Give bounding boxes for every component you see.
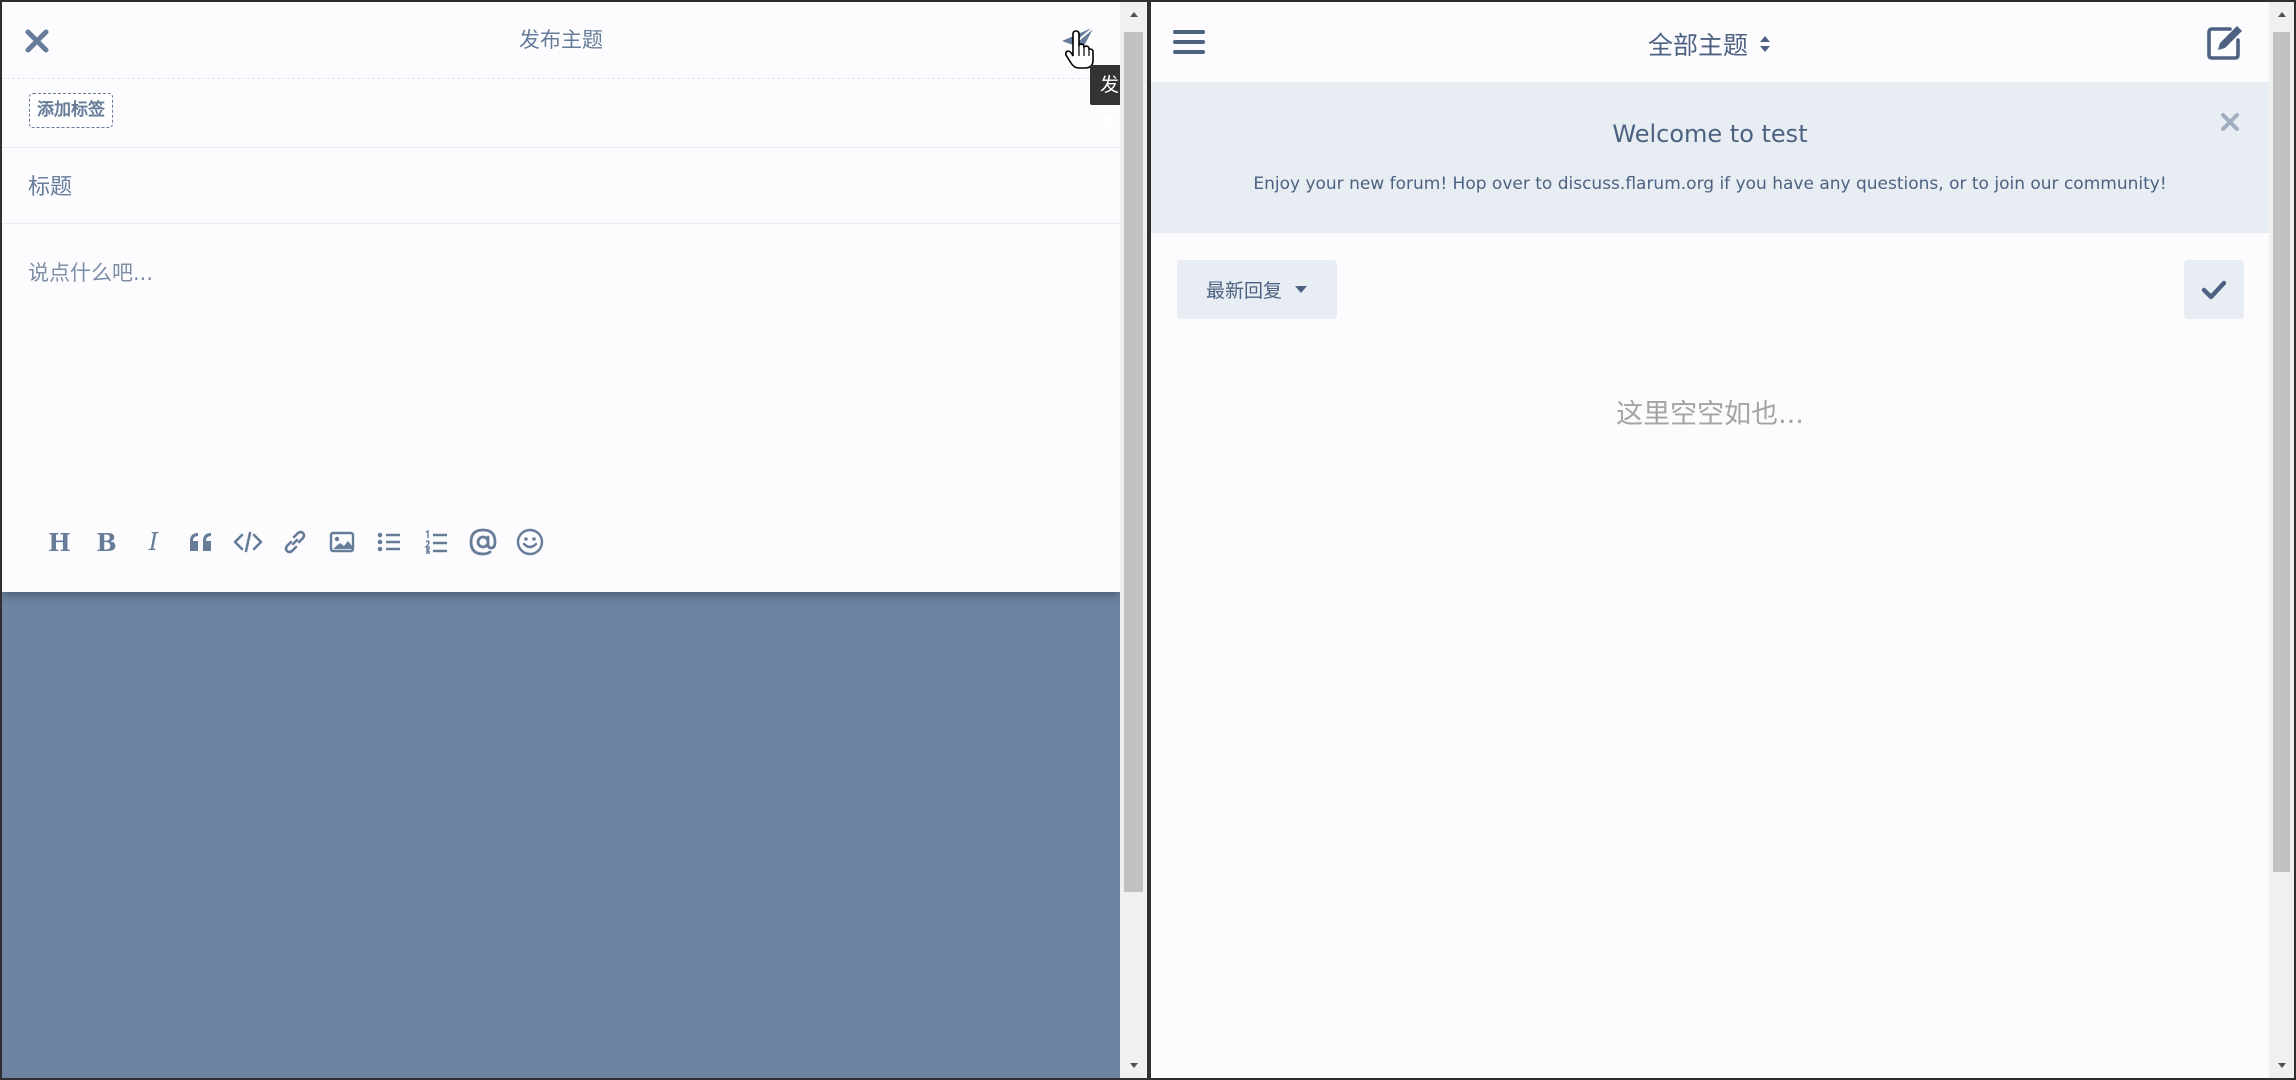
start-discussion-button[interactable] [2204,21,2246,63]
title-row [2,147,1120,224]
title-input[interactable] [28,170,1088,204]
composer: 发布主题 发布 添加标签 H B [2,2,1130,592]
add-tag-button[interactable]: 添加标签 [29,93,113,128]
italic-icon: I [148,528,159,556]
code-button[interactable] [224,524,271,560]
nav-title-label: 全部主题 [1647,31,1748,60]
scroll-down-arrow-icon[interactable] [1120,1054,1147,1078]
header-icon: H [48,527,71,557]
sort-dropdown[interactable]: 最新回复 [1177,260,1337,319]
post-button[interactable] [1057,22,1099,64]
mark-all-read-button[interactable] [2184,260,2244,319]
code-icon [233,531,262,553]
welcome-hero: Welcome to test Enjoy your new forum! Ho… [1151,82,2269,233]
sort-caret-icon [1760,36,1770,52]
discussion-filter-dropdown[interactable]: 全部主题 [1151,26,2269,62]
composer-title: 发布主题 [519,28,603,52]
scrollbar-thumb[interactable] [2273,32,2290,872]
composer-header: 发布主题 [2,2,1120,79]
bulleted-list-icon [377,532,400,552]
scrollbar-thumb[interactable] [1124,32,1143,892]
quote-icon [189,533,211,551]
body-textarea[interactable] [28,257,1088,507]
caret-down-icon [1295,286,1307,293]
mention-icon [469,528,496,556]
forum-pane: 全部主题 Welcome to test Enjoy your new foru… [1151,2,2294,1078]
image-icon [329,531,354,553]
emoji-button[interactable] [506,524,553,560]
check-icon [2201,280,2227,299]
left-scrollbar[interactable] [1120,2,1147,1078]
sort-label: 最新回复 [1205,280,1282,302]
scroll-down-arrow-icon[interactable] [2269,1054,2294,1078]
welcome-message: Enjoy your new forum! Hop over to discus… [1253,174,2167,194]
editor-toolbar: H B I [36,524,553,560]
header-button[interactable]: H [36,524,83,560]
close-icon [2221,113,2239,131]
scroll-up-arrow-icon[interactable] [2269,2,2294,26]
emoji-icon [516,528,543,556]
forum-header: 全部主题 [1151,2,2269,82]
edit-icon [2207,26,2242,60]
quote-button[interactable] [177,524,224,560]
numbered-list-icon [423,530,447,554]
bold-button[interactable]: B [83,524,130,560]
paper-plane-icon [1062,26,1095,59]
dismiss-welcome-button[interactable] [2216,108,2244,136]
italic-button[interactable]: I [130,524,177,560]
scroll-up-arrow-icon[interactable] [1120,2,1147,26]
mention-button[interactable] [459,524,506,560]
link-button[interactable] [271,524,318,560]
empty-discussion-list: 这里空空如也... [1616,399,1804,430]
link-icon [284,530,305,554]
numbered-list-button[interactable] [412,524,459,560]
image-button[interactable] [318,524,365,560]
right-scrollbar[interactable] [2269,2,2294,1078]
bold-icon: B [96,527,117,557]
welcome-title: Welcome to test [1612,120,1808,148]
composer-pane: 发布主题 发布 添加标签 H B [2,2,1147,1078]
bulleted-list-button[interactable] [365,524,412,560]
